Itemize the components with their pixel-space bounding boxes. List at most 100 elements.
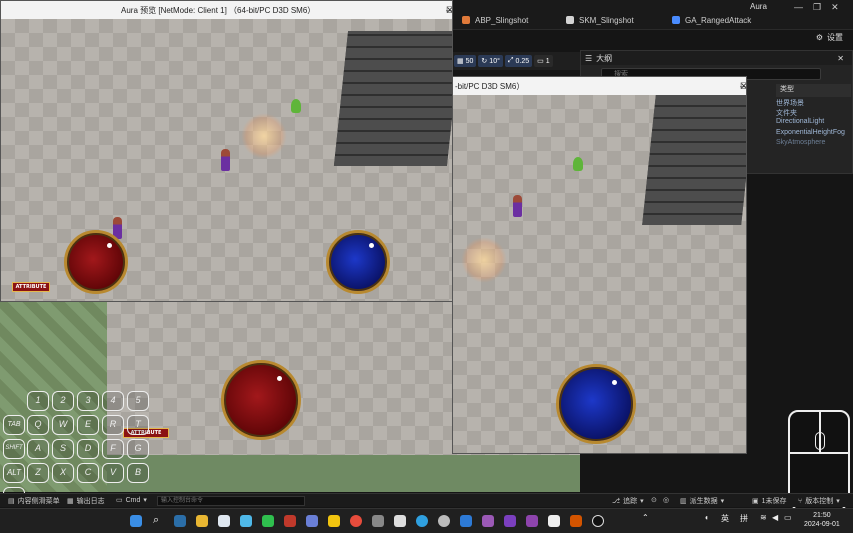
source-control-button[interactable]: ⑂ 版本控制 ▾ bbox=[798, 496, 840, 506]
key-alt: ALT bbox=[3, 463, 25, 483]
branch-icon: ⑂ bbox=[798, 497, 803, 505]
app-title: Aura bbox=[750, 2, 767, 11]
app-icon[interactable] bbox=[284, 515, 296, 527]
key-f: F bbox=[102, 439, 124, 459]
enemy-goblin bbox=[291, 99, 301, 113]
database-icon: ▥ bbox=[680, 498, 687, 505]
camera-speed-button[interactable]: ▭ 1 bbox=[534, 55, 553, 67]
file-explorer-icon[interactable] bbox=[196, 515, 208, 527]
input-lang-pinyin[interactable]: 拼 bbox=[740, 513, 748, 524]
outliner-header: ☰ 大纲 ✕ bbox=[581, 51, 852, 65]
outliner-row[interactable]: 世界场景 bbox=[776, 98, 804, 108]
key-s: S bbox=[52, 439, 74, 459]
type-column-header[interactable]: 类型 bbox=[776, 84, 851, 97]
output-log-button[interactable]: ▦ 输出日志 bbox=[67, 496, 105, 506]
unreal-engine-icon[interactable] bbox=[592, 515, 604, 527]
key-b: B bbox=[127, 463, 149, 483]
outliner-row[interactable]: 文件夹 bbox=[776, 108, 797, 118]
close-button[interactable]: ✕ bbox=[446, 5, 452, 16]
key-w: W bbox=[52, 415, 74, 435]
list-icon: ☰ bbox=[585, 53, 593, 63]
close-button[interactable]: ✕ bbox=[831, 2, 839, 13]
trace-button[interactable]: ⎇ 追踪 ▾ bbox=[612, 496, 644, 506]
mouse-wheel-icon bbox=[815, 432, 825, 450]
clock[interactable]: 21:50 2024-09-01 bbox=[804, 511, 840, 529]
app-icon[interactable] bbox=[174, 515, 186, 527]
app-icon[interactable] bbox=[218, 515, 230, 527]
key-r: R bbox=[102, 415, 124, 435]
tab-ga-rangedattack[interactable]: GA_RangedAttack bbox=[672, 10, 751, 30]
app-icon[interactable] bbox=[504, 515, 516, 527]
mana-globe bbox=[556, 364, 636, 444]
windows-taskbar: ⌕ ⌃ ◖ 英 拼 ≋ ◀ ▭ 21:50 2024-09-01 bbox=[0, 508, 853, 533]
enemy-goblin bbox=[573, 157, 583, 171]
outliner-row[interactable]: SkyAtmosphere bbox=[776, 139, 825, 146]
console-command-input[interactable]: 输入控制台命令 bbox=[157, 496, 305, 506]
chevron-down-icon: ▾ bbox=[720, 498, 725, 505]
input-lang-en[interactable]: 英 bbox=[721, 513, 729, 524]
key-x: X bbox=[52, 463, 74, 483]
save-icon: ▣ bbox=[752, 498, 759, 505]
minimize-button[interactable]: — bbox=[794, 2, 803, 12]
pie-window-2: -bit/PC D3D SM6） — ☐ ✕ bbox=[452, 76, 747, 454]
close-icon[interactable]: ✕ bbox=[837, 54, 844, 63]
key-2: 2 bbox=[52, 391, 74, 411]
terminal-icon: ▭ bbox=[116, 497, 123, 504]
close-button[interactable]: ✕ bbox=[740, 81, 746, 92]
log-icon: ▦ bbox=[67, 498, 74, 505]
wechat-icon[interactable] bbox=[262, 515, 274, 527]
chrome-icon[interactable] bbox=[350, 515, 362, 527]
trace-icon: ⎇ bbox=[612, 498, 621, 505]
keyboard-overlay: 1 2 3 4 5 TAB Q W E R T SHIFT A S D F G … bbox=[0, 388, 160, 508]
settings-button[interactable]: ⚙ 设置 bbox=[816, 32, 843, 43]
key-5: 5 bbox=[127, 391, 149, 411]
outliner-row[interactable]: DirectionalLight bbox=[776, 118, 824, 125]
app-icon[interactable] bbox=[570, 515, 582, 527]
restore-button[interactable]: ❐ bbox=[813, 2, 821, 13]
settings-icon[interactable] bbox=[372, 515, 384, 527]
app-icon[interactable] bbox=[306, 515, 318, 527]
chevron-down-icon: ▾ bbox=[640, 498, 644, 505]
key-4: 4 bbox=[102, 391, 124, 411]
battery-icon[interactable]: ▭ bbox=[784, 513, 792, 522]
app-icon[interactable] bbox=[394, 515, 406, 527]
wifi-icon[interactable]: ≋ bbox=[760, 513, 767, 522]
unsaved-button[interactable]: ▣ 1未保存 bbox=[752, 496, 787, 506]
gear-icon: ⚙ bbox=[815, 33, 823, 42]
skeletal-mesh-icon bbox=[566, 16, 574, 24]
volume-icon[interactable]: ◖ bbox=[704, 513, 709, 522]
grid-snap-button[interactable]: ▦ 50 bbox=[454, 55, 477, 67]
chevron-down-icon: ▾ bbox=[143, 497, 147, 504]
editor-tab-bar: ABP_Slingshot SKM_Slingshot GA_RangedAtt… bbox=[452, 0, 853, 30]
search-icon[interactable]: ⌕ bbox=[153, 515, 165, 527]
key-q: Q bbox=[27, 415, 49, 435]
start-icon[interactable] bbox=[130, 515, 142, 527]
blueprint-icon bbox=[672, 16, 680, 24]
derived-data-button[interactable]: ▥ 派生数据 ▾ bbox=[680, 496, 724, 506]
app-icon[interactable] bbox=[328, 515, 340, 527]
record-icon[interactable]: ⊙ bbox=[651, 496, 657, 504]
app-icon[interactable] bbox=[548, 515, 560, 527]
key-1: 1 bbox=[27, 391, 49, 411]
key-tab: TAB bbox=[3, 415, 25, 435]
rotation-snap-button[interactable]: ↻ 10° bbox=[478, 55, 503, 67]
app-icon[interactable] bbox=[526, 515, 538, 527]
cmd-dropdown[interactable]: ▭ Cmd ▾ bbox=[116, 496, 147, 505]
tab-skm-slingshot[interactable]: SKM_Slingshot bbox=[566, 10, 634, 30]
app-icon[interactable] bbox=[482, 515, 494, 527]
attribute-button[interactable]: ATTRIBUTE bbox=[12, 282, 50, 292]
editor-status-bar: ▤ 内容侧滑菜单 ▦ 输出日志 ▭ Cmd ▾ 输入控制台命令 ⎇ 追踪 ▾ ⊙ ◎ ▥ 派生… bbox=[0, 493, 853, 507]
pie-window-2-titlebar: -bit/PC D3D SM6） — ☐ ✕ bbox=[453, 77, 746, 95]
content-drawer-button[interactable]: ▤ 内容侧滑菜单 bbox=[8, 496, 60, 506]
app-icon[interactable] bbox=[240, 515, 252, 527]
chevron-up-icon[interactable]: ⌃ bbox=[642, 513, 649, 522]
app-icon[interactable] bbox=[438, 515, 450, 527]
speaker-icon[interactable]: ◀ bbox=[772, 513, 778, 522]
outliner-row[interactable]: ExponentialHeightFog bbox=[776, 129, 845, 136]
viewport-toolbar: ▦ 50 ↻ 10° ⤢ 0.25 ▭ 1 bbox=[452, 52, 580, 70]
tab-abp-slingshot[interactable]: ABP_Slingshot bbox=[462, 10, 528, 30]
vscode-icon[interactable] bbox=[460, 515, 472, 527]
scale-snap-button[interactable]: ⤢ 0.25 bbox=[504, 55, 533, 67]
edge-icon[interactable] bbox=[416, 515, 428, 527]
camera-icon[interactable]: ◎ bbox=[663, 496, 669, 504]
